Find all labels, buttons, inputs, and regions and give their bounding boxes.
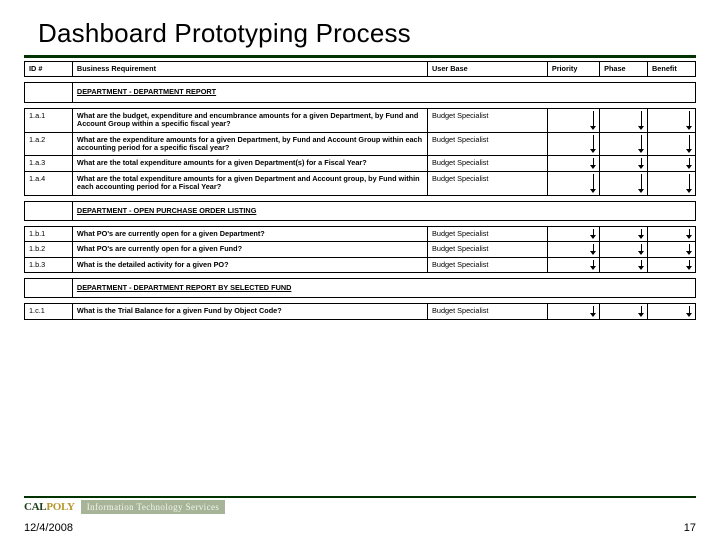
section-heading: DEPARTMENT - DEPARTMENT REPORT — [25, 83, 696, 102]
cell-userbase: Budget Specialist — [428, 242, 548, 257]
cell-phase — [600, 132, 648, 156]
cell-phase — [600, 171, 648, 195]
cell-id: 1.a.4 — [25, 171, 73, 195]
table-row: 1.a.3What are the total expenditure amou… — [25, 156, 696, 171]
cell-priority — [547, 156, 599, 171]
cell-priority — [547, 171, 599, 195]
cell-benefit — [648, 257, 696, 272]
cell-benefit — [648, 171, 696, 195]
page-footer: 12/4/2008 17 — [24, 522, 696, 534]
cell-id: 1.a.2 — [25, 132, 73, 156]
cell-benefit — [648, 242, 696, 257]
cell-phase — [600, 108, 648, 132]
cell-priority — [547, 257, 599, 272]
cell-userbase: Budget Specialist — [428, 171, 548, 195]
cell-id: 1.c.1 — [25, 304, 73, 319]
cell-requirement: What are the budget, expenditure and enc… — [72, 108, 427, 132]
cell-benefit — [648, 156, 696, 171]
cell-id: 1.b.2 — [25, 242, 73, 257]
cell-phase — [600, 226, 648, 241]
cell-userbase: Budget Specialist — [428, 132, 548, 156]
section-heading-text: DEPARTMENT - OPEN PURCHASE ORDER LISTING — [72, 201, 695, 220]
cell-requirement: What PO's are currently open for a given… — [72, 242, 427, 257]
cell-userbase: Budget Specialist — [428, 257, 548, 272]
cell-phase — [600, 257, 648, 272]
col-phase: Phase — [600, 62, 648, 77]
cell-id: 1.a.3 — [25, 156, 73, 171]
cell-requirement: What is the Trial Balance for a given Fu… — [72, 304, 427, 319]
footer-page-number: 17 — [684, 522, 696, 534]
col-benefit: Benefit — [648, 62, 696, 77]
col-requirement: Business Requirement — [72, 62, 427, 77]
cell-userbase: Budget Specialist — [428, 156, 548, 171]
cell-id: 1.b.3 — [25, 257, 73, 272]
cell-phase — [600, 156, 648, 171]
cell-priority — [547, 304, 599, 319]
cell-requirement: What are the expenditure amounts for a g… — [72, 132, 427, 156]
its-logo: Information Technology Services — [81, 500, 226, 514]
page-title: Dashboard Prototyping Process — [38, 18, 696, 49]
cell-priority — [547, 132, 599, 156]
table-row: 1.a.2What are the expenditure amounts fo… — [25, 132, 696, 156]
calpoly-logo-poly: POLY — [46, 501, 74, 513]
section-heading: DEPARTMENT - DEPARTMENT REPORT BY SELECT… — [25, 279, 696, 298]
cell-priority — [547, 242, 599, 257]
cell-userbase: Budget Specialist — [428, 108, 548, 132]
cell-requirement: What PO's are currently open for a given… — [72, 226, 427, 241]
footer-date: 12/4/2008 — [24, 522, 73, 534]
cell-userbase: Budget Specialist — [428, 304, 548, 319]
table-row: 1.b.3What is the detailed activity for a… — [25, 257, 696, 272]
cell-requirement: What is the detailed activity for a give… — [72, 257, 427, 272]
table-row: 1.c.1What is the Trial Balance for a giv… — [25, 304, 696, 319]
section-heading: DEPARTMENT - OPEN PURCHASE ORDER LISTING — [25, 201, 696, 220]
cell-userbase: Budget Specialist — [428, 226, 548, 241]
cell-phase — [600, 304, 648, 319]
table-row: 1.a.4What are the total expenditure amou… — [25, 171, 696, 195]
cell-benefit — [648, 108, 696, 132]
cell-phase — [600, 242, 648, 257]
cell-priority — [547, 108, 599, 132]
cell-requirement: What are the total expenditure amounts f… — [72, 171, 427, 195]
table-header-row: ID # Business Requirement User Base Prio… — [25, 62, 696, 77]
calpoly-logo-cal: CAL — [24, 501, 46, 513]
cell-benefit — [648, 304, 696, 319]
col-id: ID # — [25, 62, 73, 77]
table-row: 1.b.1What PO's are currently open for a … — [25, 226, 696, 241]
calpoly-logo: CALPOLY — [24, 501, 75, 513]
cell-id: 1.a.1 — [25, 108, 73, 132]
col-userbase: User Base — [428, 62, 548, 77]
section-heading-text: DEPARTMENT - DEPARTMENT REPORT BY SELECT… — [72, 279, 695, 298]
cell-requirement: What are the total expenditure amounts f… — [72, 156, 427, 171]
table-row: 1.b.2What PO's are currently open for a … — [25, 242, 696, 257]
footer-bar: CALPOLY Information Technology Services — [24, 496, 696, 514]
section-heading-text: DEPARTMENT - DEPARTMENT REPORT — [72, 83, 695, 102]
cell-benefit — [648, 132, 696, 156]
footer-divider — [24, 496, 696, 498]
cell-id: 1.b.1 — [25, 226, 73, 241]
table-row: 1.a.1What are the budget, expenditure an… — [25, 108, 696, 132]
cell-benefit — [648, 226, 696, 241]
col-priority: Priority — [547, 62, 599, 77]
title-divider — [24, 55, 696, 58]
cell-priority — [547, 226, 599, 241]
requirements-table: ID # Business Requirement User Base Prio… — [24, 61, 696, 320]
